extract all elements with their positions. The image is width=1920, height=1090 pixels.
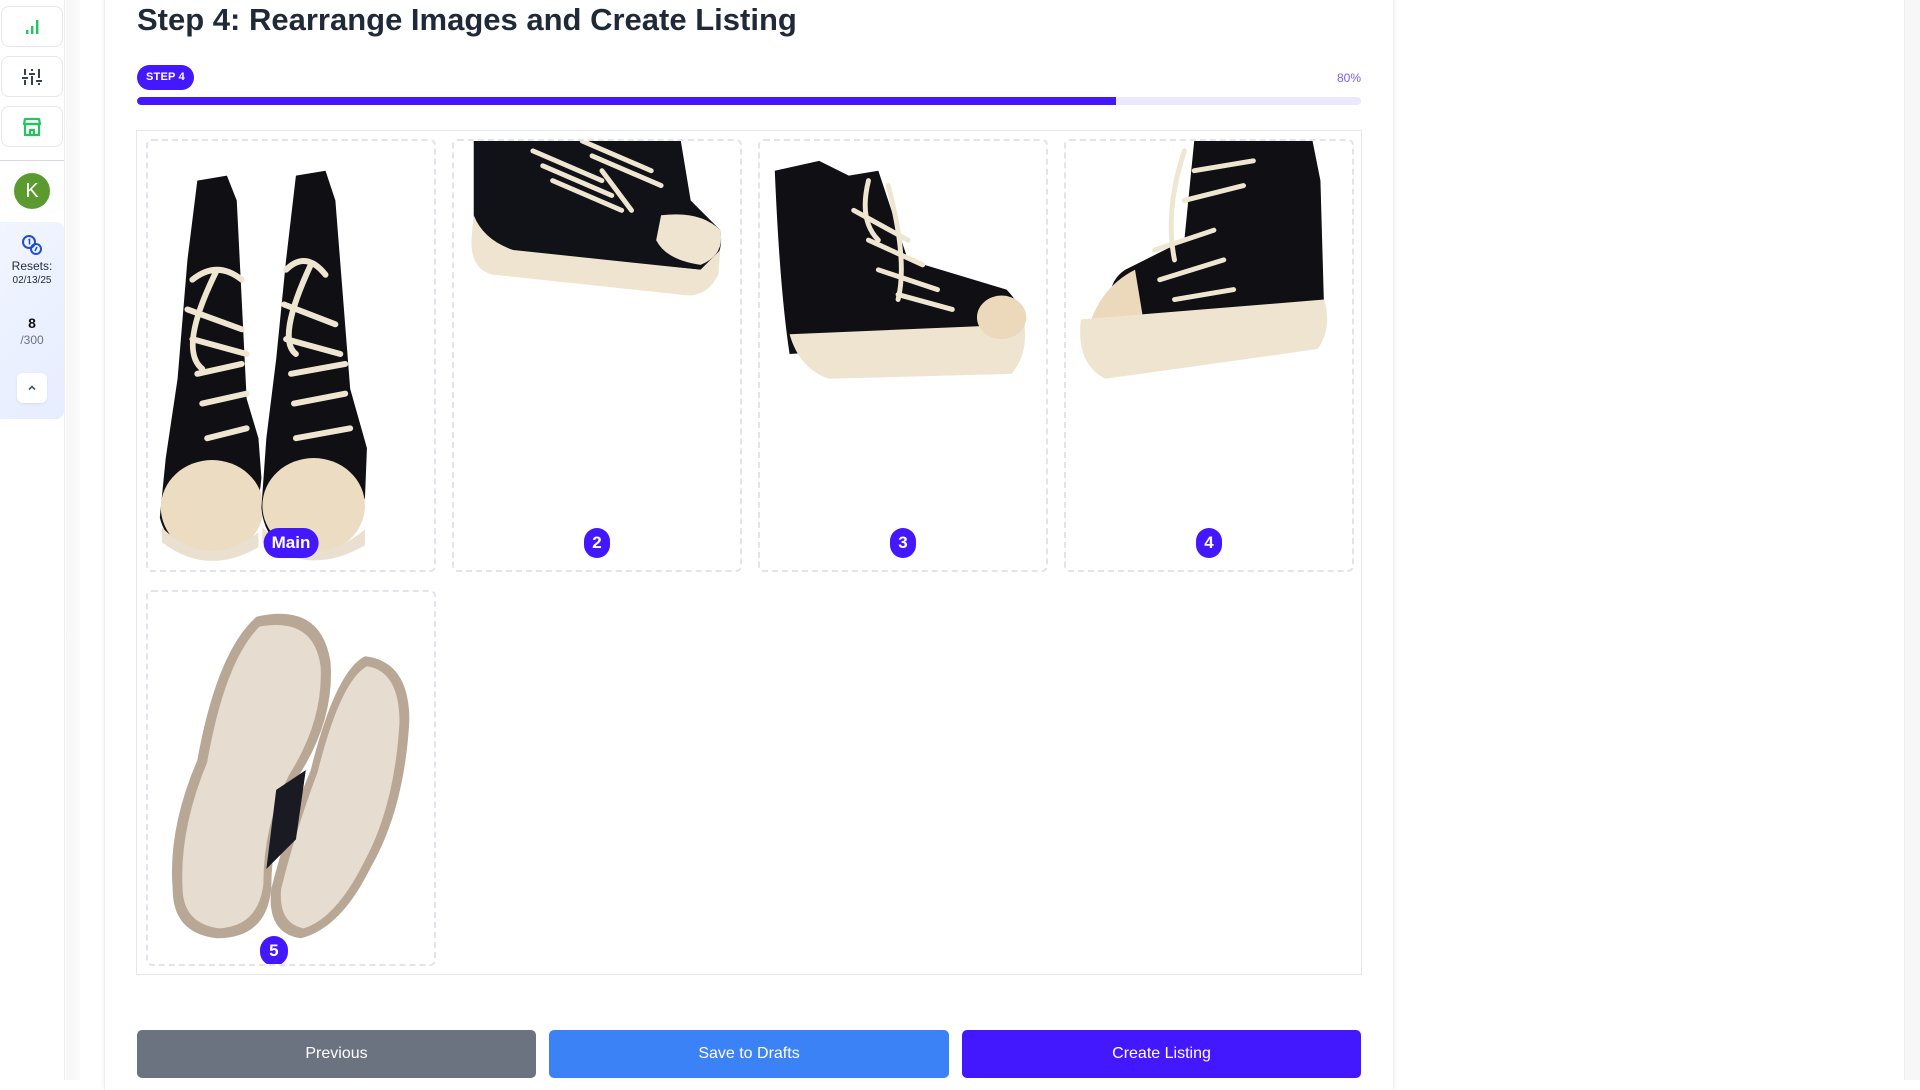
image-card-2[interactable]: 2 — [452, 139, 742, 572]
sidebar-item-store[interactable] — [1, 106, 63, 147]
credits-total: /300 — [20, 333, 44, 347]
store-icon — [22, 117, 42, 136]
image-order-badge: 5 — [259, 936, 288, 964]
progress-bar — [137, 97, 1361, 105]
page-title: Step 4: Rearrange Images and Create List… — [137, 2, 797, 37]
shoe-front-image — [159, 170, 367, 561]
shoe-three-quarter-image — [774, 160, 1027, 379]
progress-percent: 80% — [1336, 71, 1361, 85]
create-listing-button[interactable]: Create Listing — [962, 1030, 1361, 1078]
shoe-soles-image — [171, 613, 410, 939]
image-order-badge: 2 — [584, 528, 610, 558]
save-to-drafts-button[interactable]: Save to Drafts — [549, 1030, 949, 1078]
step-badge: STEP 4 — [137, 65, 194, 90]
coins-icon — [22, 235, 42, 255]
sidebar-edge — [66, 0, 80, 1080]
image-card-5[interactable]: 5 — [146, 590, 436, 966]
collapse-button[interactable] — [17, 373, 47, 403]
sidebar-item-settings[interactable] — [1, 56, 63, 97]
image-order-badge: 3 — [890, 528, 916, 558]
credits-panel: Resets: 02/13/25 8 /300 — [0, 222, 64, 419]
image-order-badge: 4 — [1196, 528, 1222, 558]
sidebar: K Resets: 02/13/25 8 /300 — [0, 0, 65, 1080]
image-card-3[interactable]: 3 — [758, 139, 1048, 572]
bar-chart-icon — [26, 19, 39, 34]
shoe-side-image — [471, 141, 722, 296]
shoe-angled-side-image — [1080, 141, 1328, 379]
resets-label: Resets: — [11, 259, 53, 273]
chevron-up-icon — [28, 385, 36, 391]
image-card-4[interactable]: 4 — [1064, 139, 1354, 572]
previous-button[interactable]: Previous — [137, 1030, 536, 1078]
sidebar-item-analytics[interactable] — [1, 6, 63, 47]
avatar[interactable]: K — [14, 173, 50, 209]
sliders-icon — [22, 68, 42, 85]
image-order-badge: Main — [263, 528, 319, 558]
page-gutter — [80, 0, 104, 1080]
progress-bar-fill — [137, 97, 1117, 105]
avatar-initial: K — [25, 179, 39, 202]
resets-date: 02/13/25 — [12, 275, 52, 286]
page-scrollbar[interactable] — [1904, 0, 1920, 1080]
image-card-1[interactable]: Main — [146, 139, 436, 572]
sidebar-divider — [0, 160, 64, 161]
credits-used: 8 — [28, 315, 36, 331]
